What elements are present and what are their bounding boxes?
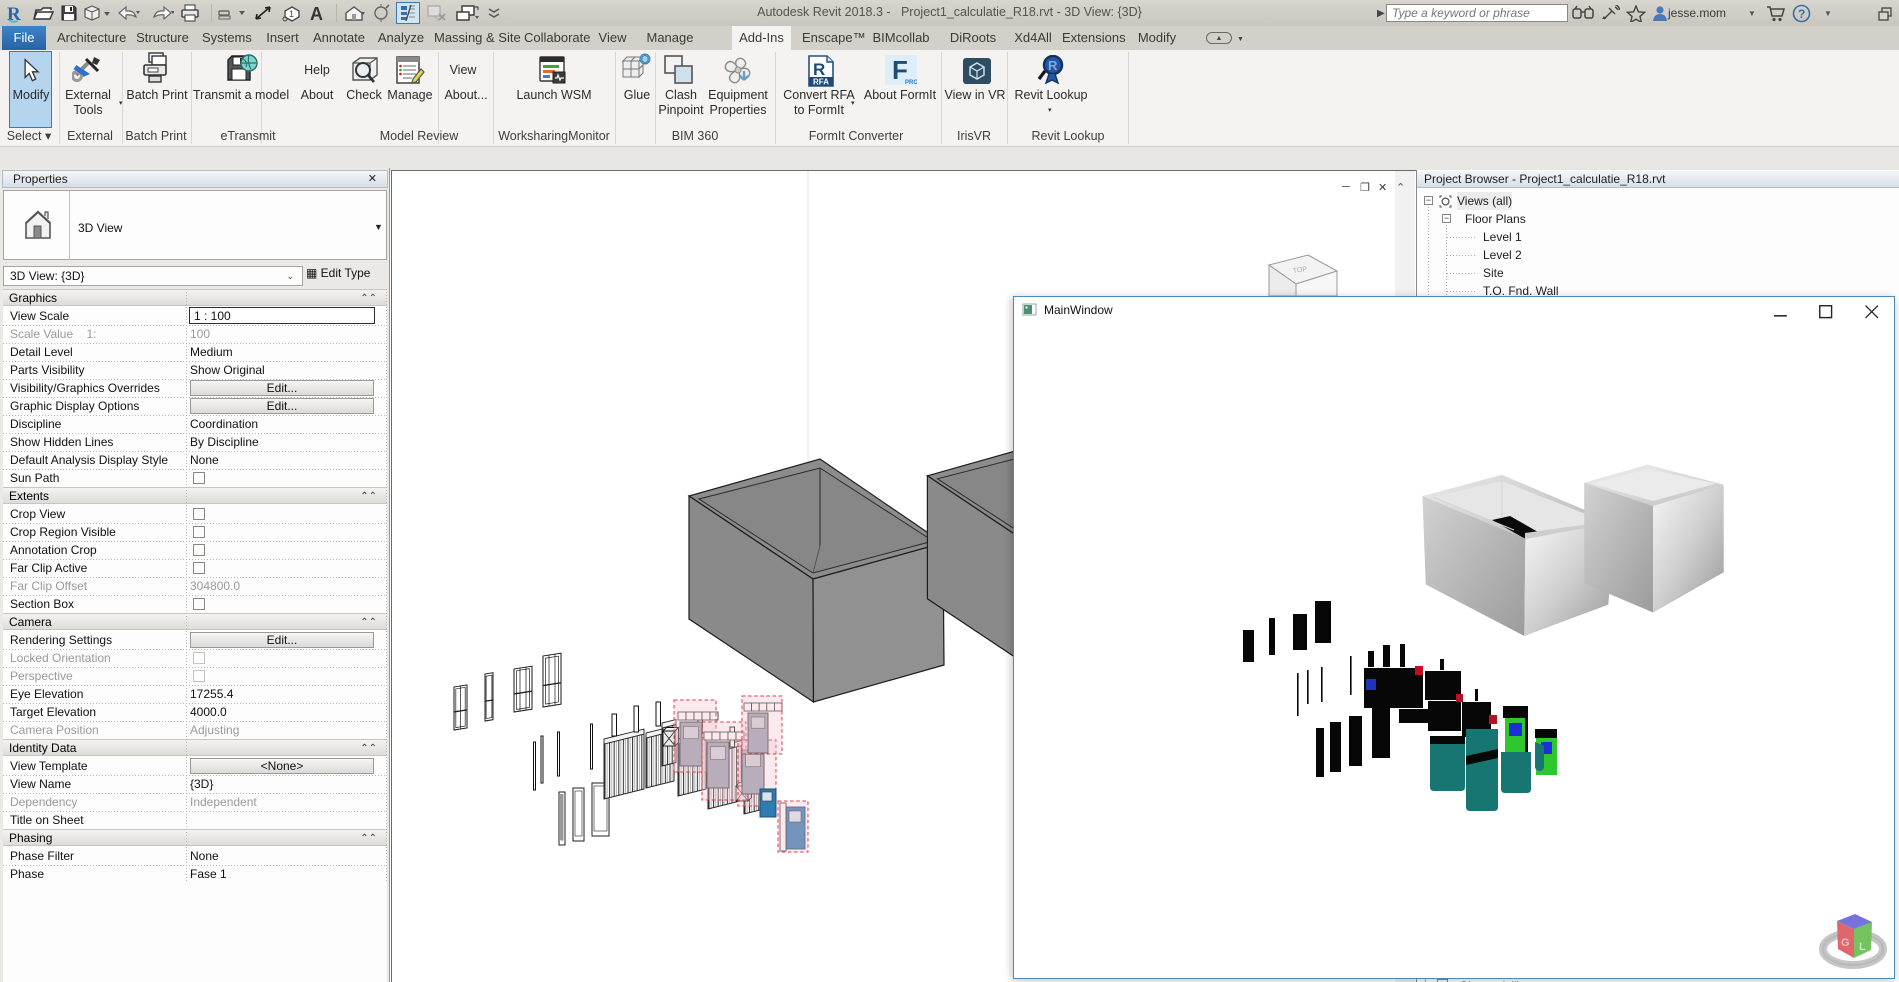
svg-text:RFA: RFA [813, 78, 829, 87]
svg-text:G: G [1841, 937, 1850, 949]
svg-text:R: R [1048, 58, 1058, 73]
svg-text:PRO: PRO [905, 80, 917, 86]
svg-text:L: L [1859, 941, 1866, 953]
svg-text:R: R [813, 60, 825, 79]
